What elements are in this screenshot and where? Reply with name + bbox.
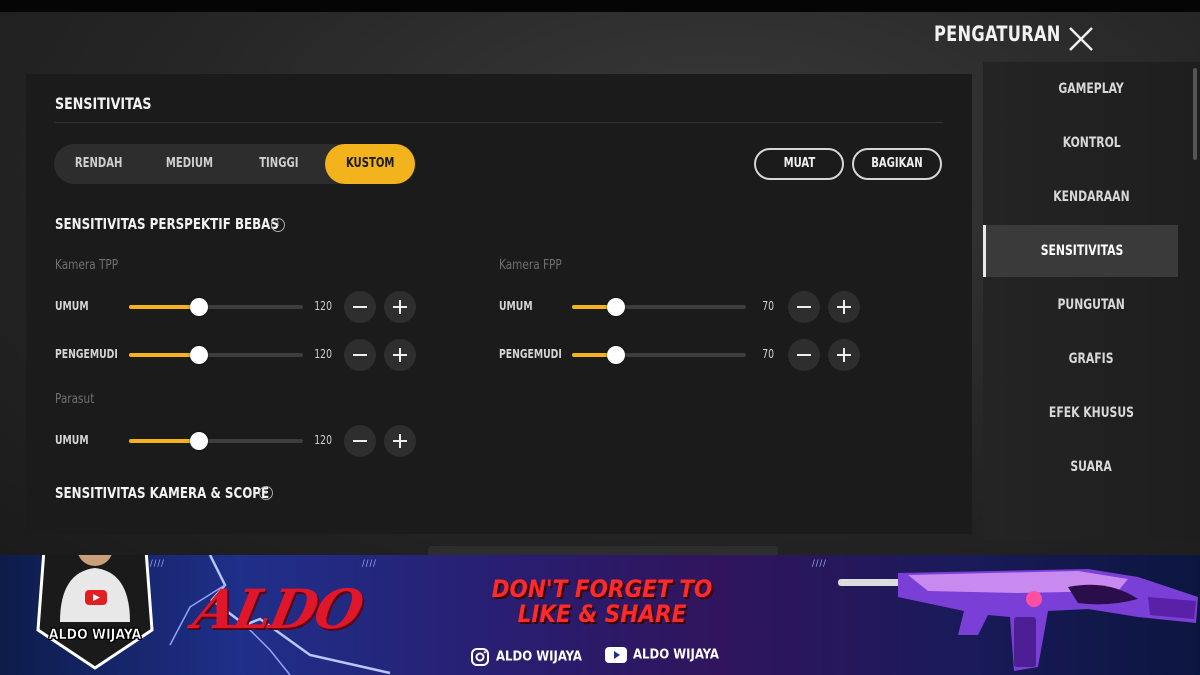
slider-knob[interactable]	[189, 346, 208, 364]
increase-button[interactable]	[384, 339, 416, 371]
decrease-button[interactable]	[344, 425, 376, 457]
channel-name: ALDO WIJAYA	[48, 627, 142, 643]
tpp-general-value: 120	[314, 299, 332, 313]
slider-knob[interactable]	[189, 298, 208, 316]
page-title: PENGATURAN	[934, 22, 1061, 46]
avatar-logo	[36, 555, 154, 670]
slider-fill	[129, 353, 199, 357]
tpp-driver-slider[interactable]	[129, 346, 303, 364]
decoration: ////	[812, 559, 827, 569]
decrease-button[interactable]	[344, 291, 376, 323]
sidebar-item-efek-khusus[interactable]: EFEK KHUSUS	[983, 387, 1200, 439]
increase-button[interactable]	[384, 291, 416, 323]
settings-sidebar: GAMEPLAY KONTROL KENDARAAN SENSITIVITAS …	[983, 62, 1200, 540]
instagram-handle: ALDO WIJAYA	[470, 647, 582, 667]
top-edge	[0, 0, 1200, 12]
fpp-general-slider[interactable]	[572, 298, 746, 316]
fpp-general-value: 70	[762, 299, 774, 313]
sidebar-item-gameplay[interactable]: GAMEPLAY	[983, 63, 1200, 115]
fpp-driver-label: PENGEMUDI	[499, 347, 562, 361]
channel-banner: //// //// //// ALDO WIJAYA ALDO DON'T FO…	[0, 555, 1200, 675]
sidebar-item-suara[interactable]: SUARA	[983, 441, 1200, 493]
sensitivity-panel: SENSITIVITAS RENDAH MEDIUM TINGGI KUSTOM…	[26, 74, 972, 534]
aldo-logo: ALDO	[188, 577, 368, 641]
decrease-button[interactable]	[788, 339, 820, 371]
rifle-skin-image	[838, 569, 1198, 671]
cta-line-1: DON'T FORGET TO	[491, 575, 713, 603]
slider-knob[interactable]	[606, 298, 625, 316]
fpp-camera-label: Kamera FPP	[499, 258, 562, 273]
tpp-camera-label: Kamera TPP	[55, 258, 119, 273]
decrease-button[interactable]	[788, 291, 820, 323]
youtube-icon	[605, 647, 627, 663]
close-icon[interactable]	[1066, 24, 1096, 54]
divider	[55, 122, 943, 123]
increase-button[interactable]	[384, 425, 416, 457]
tpp-driver-value: 120	[314, 347, 332, 361]
preset-tinggi[interactable]: TINGGI	[234, 144, 324, 184]
parachute-label: Parasut	[55, 392, 95, 407]
load-button[interactable]: MUAT	[754, 148, 844, 180]
parachute-general-value: 120	[314, 433, 332, 447]
camera-scope-section-title: SENSITIVITAS KAMERA & SCOPE	[55, 484, 270, 502]
increase-button[interactable]	[828, 339, 860, 371]
preset-medium[interactable]: MEDIUM	[144, 144, 234, 184]
parachute-general-slider[interactable]	[129, 432, 303, 450]
game-settings-screen: PENGATURAN SENSITIVITAS RENDAH MEDIUM TI…	[0, 0, 1200, 555]
sidebar-item-sensitivitas[interactable]: SENSITIVITAS	[983, 225, 1178, 277]
share-button[interactable]: BAGIKAN	[852, 148, 942, 180]
preset-selector: RENDAH MEDIUM TINGGI KUSTOM	[54, 144, 416, 184]
slider-knob[interactable]	[189, 432, 208, 450]
slider-fill	[129, 439, 199, 443]
tpp-general-slider[interactable]	[129, 298, 303, 316]
fpp-driver-value: 70	[762, 347, 774, 361]
info-icon[interactable]: i	[271, 218, 285, 232]
increase-button[interactable]	[828, 291, 860, 323]
tpp-general-label: UMUM	[55, 299, 89, 313]
sidebar-item-kendaraan[interactable]: KENDARAAN	[983, 171, 1200, 223]
cta-line-2: LIKE & SHARE	[517, 600, 687, 628]
free-look-section-title: SENSITIVITAS PERSPEKTIF BEBAS	[55, 215, 279, 233]
preset-kustom[interactable]: KUSTOM	[325, 144, 415, 184]
parachute-general-label: UMUM	[55, 433, 89, 447]
instagram-icon	[471, 648, 489, 666]
slider-knob[interactable]	[606, 346, 625, 364]
sidebar-item-grafis[interactable]: GRAFIS	[983, 333, 1200, 385]
info-icon[interactable]: i	[259, 486, 273, 500]
decoration: ////	[362, 559, 377, 569]
sidebar-item-pungutan[interactable]: PUNGUTAN	[983, 279, 1200, 331]
fpp-driver-slider[interactable]	[572, 346, 746, 364]
youtube-handle: ALDO WIJAYA	[605, 647, 719, 663]
tpp-driver-label: PENGEMUDI	[55, 347, 118, 361]
sidebar-scrollbar[interactable]	[1193, 68, 1197, 160]
slider-fill	[129, 305, 199, 309]
panel-title: SENSITIVITAS	[55, 94, 152, 113]
decrease-button[interactable]	[344, 339, 376, 371]
sidebar-item-kontrol[interactable]: KONTROL	[983, 117, 1200, 169]
fpp-general-label: UMUM	[499, 299, 533, 313]
preset-rendah[interactable]: RENDAH	[54, 144, 144, 184]
